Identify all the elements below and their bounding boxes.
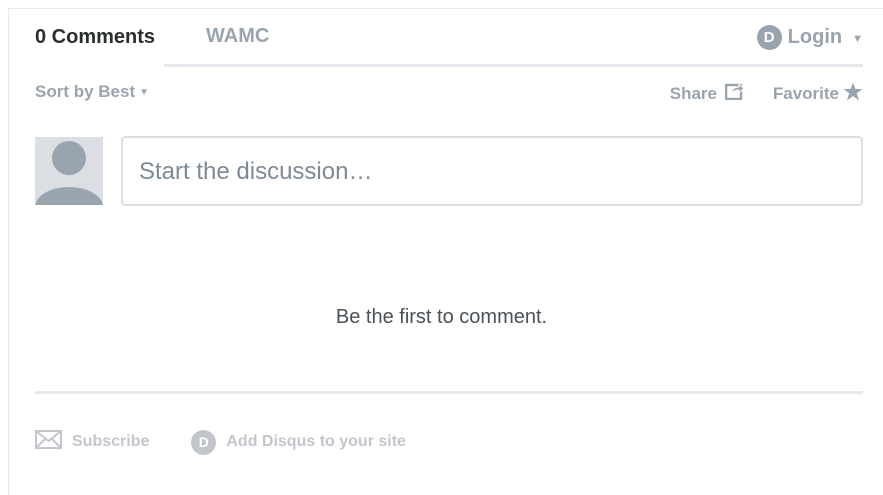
empty-state-message: Be the first to comment. <box>335 306 548 328</box>
sort-dropdown[interactable]: Sort by Best ▼ <box>35 82 149 102</box>
sort-bar: Sort by Best ▼ Share Favorite <box>35 82 863 106</box>
add-disqus-link[interactable]: D Add Disqus to your site <box>191 429 406 455</box>
subscribe-label: Subscribe <box>72 433 150 450</box>
nav-underline <box>164 64 863 67</box>
tab-community[interactable]: WAMC <box>206 25 269 48</box>
avatar-head <box>52 141 86 175</box>
share-button[interactable]: Share <box>670 82 745 105</box>
star-icon <box>843 82 863 106</box>
subscribe-link[interactable]: Subscribe <box>35 430 149 454</box>
envelope-icon <box>35 430 62 454</box>
login-label: Login <box>787 26 843 48</box>
share-label: Share <box>669 83 717 103</box>
avatar <box>35 137 103 205</box>
comment-input-placeholder: Start the discussion… <box>139 158 373 185</box>
comment-input[interactable]: Start the discussion… <box>121 136 863 206</box>
avatar-body <box>35 187 103 205</box>
footer-divider <box>35 391 863 394</box>
tab-comments[interactable]: 0 Comments <box>35 26 155 49</box>
disqus-logo-icon: D <box>756 25 782 50</box>
chevron-down-icon: ▼ <box>139 87 150 98</box>
share-icon <box>724 82 745 105</box>
sort-label: Sort by Best <box>35 82 136 101</box>
login-menu[interactable]: D Login ▼ <box>756 25 863 50</box>
chevron-down-icon: ▼ <box>852 32 863 45</box>
add-disqus-label: Add Disqus to your site <box>226 433 406 450</box>
favorite-label: Favorite <box>772 84 839 103</box>
favorite-button[interactable]: Favorite <box>773 82 863 106</box>
footer: Subscribe D Add Disqus to your site <box>35 429 406 455</box>
disqus-logo-icon: D <box>191 429 217 455</box>
